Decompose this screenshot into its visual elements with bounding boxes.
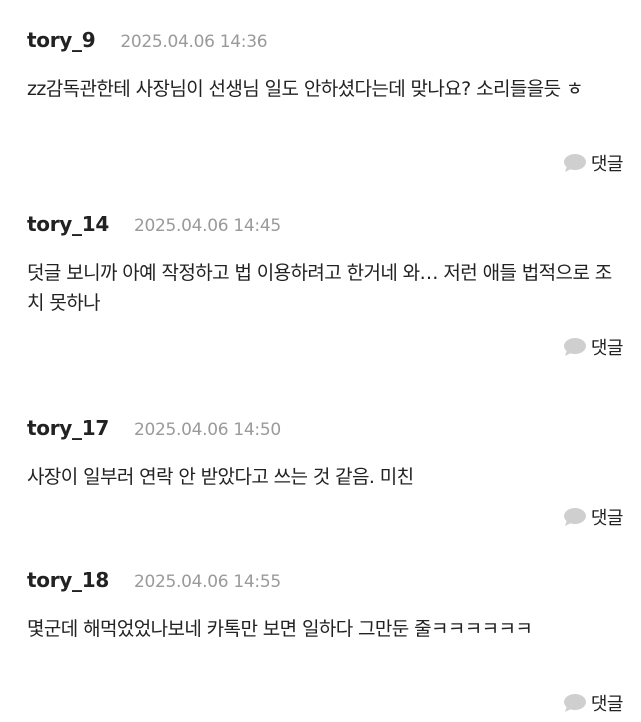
comment-meta: tory_18 2025.04.06 14:55 <box>27 568 281 594</box>
comment-username[interactable]: tory_9 <box>27 28 96 52</box>
comment-text: 몇군데 해먹었었나보네 카톡만 보면 일하다 그만둔 줄ㅋㅋㅋㅋㅋㅋ <box>27 618 533 640</box>
comment-username[interactable]: tory_14 <box>27 212 109 236</box>
speech-bubble-icon <box>563 338 586 356</box>
reply-button[interactable]: 댓글 <box>563 504 624 530</box>
comment-text: 덧글 보니까 아예 작정하고 법 이용하려고 한거네 와… 저런 애들 법적으로… <box>27 262 612 314</box>
comment-meta: tory_9 2025.04.06 14:36 <box>27 28 268 54</box>
comment-timestamp: 2025.04.06 14:50 <box>133 420 281 440</box>
comment-timestamp: 2025.04.06 14:36 <box>120 32 268 52</box>
comment-meta: tory_14 2025.04.06 14:45 <box>27 212 281 238</box>
reply-button[interactable]: 댓글 <box>563 150 624 176</box>
speech-bubble-icon <box>563 694 586 712</box>
reply-button[interactable]: 댓글 <box>563 334 624 360</box>
speech-bubble-icon <box>563 508 586 526</box>
comment-username[interactable]: tory_17 <box>27 416 109 440</box>
comment-username[interactable]: tory_18 <box>27 568 109 592</box>
reply-label: 댓글 <box>590 154 624 175</box>
reply-button[interactable]: 댓글 <box>563 690 624 716</box>
comment-text: zz감독관한테 사장님이 선생님 일도 안하셨다는데 맞나요? 소리들을듯 ㅎ <box>27 78 583 100</box>
comment-meta: tory_17 2025.04.06 14:50 <box>27 416 281 442</box>
reply-label: 댓글 <box>590 694 624 715</box>
comment-timestamp: 2025.04.06 14:45 <box>133 216 281 236</box>
reply-label: 댓글 <box>590 508 624 529</box>
speech-bubble-icon <box>563 154 586 172</box>
comment-timestamp: 2025.04.06 14:55 <box>133 572 281 592</box>
comment-text: 사장이 일부러 연락 안 받았다고 쓰는 것 같음. 미친 <box>27 466 414 488</box>
reply-label: 댓글 <box>590 338 624 359</box>
